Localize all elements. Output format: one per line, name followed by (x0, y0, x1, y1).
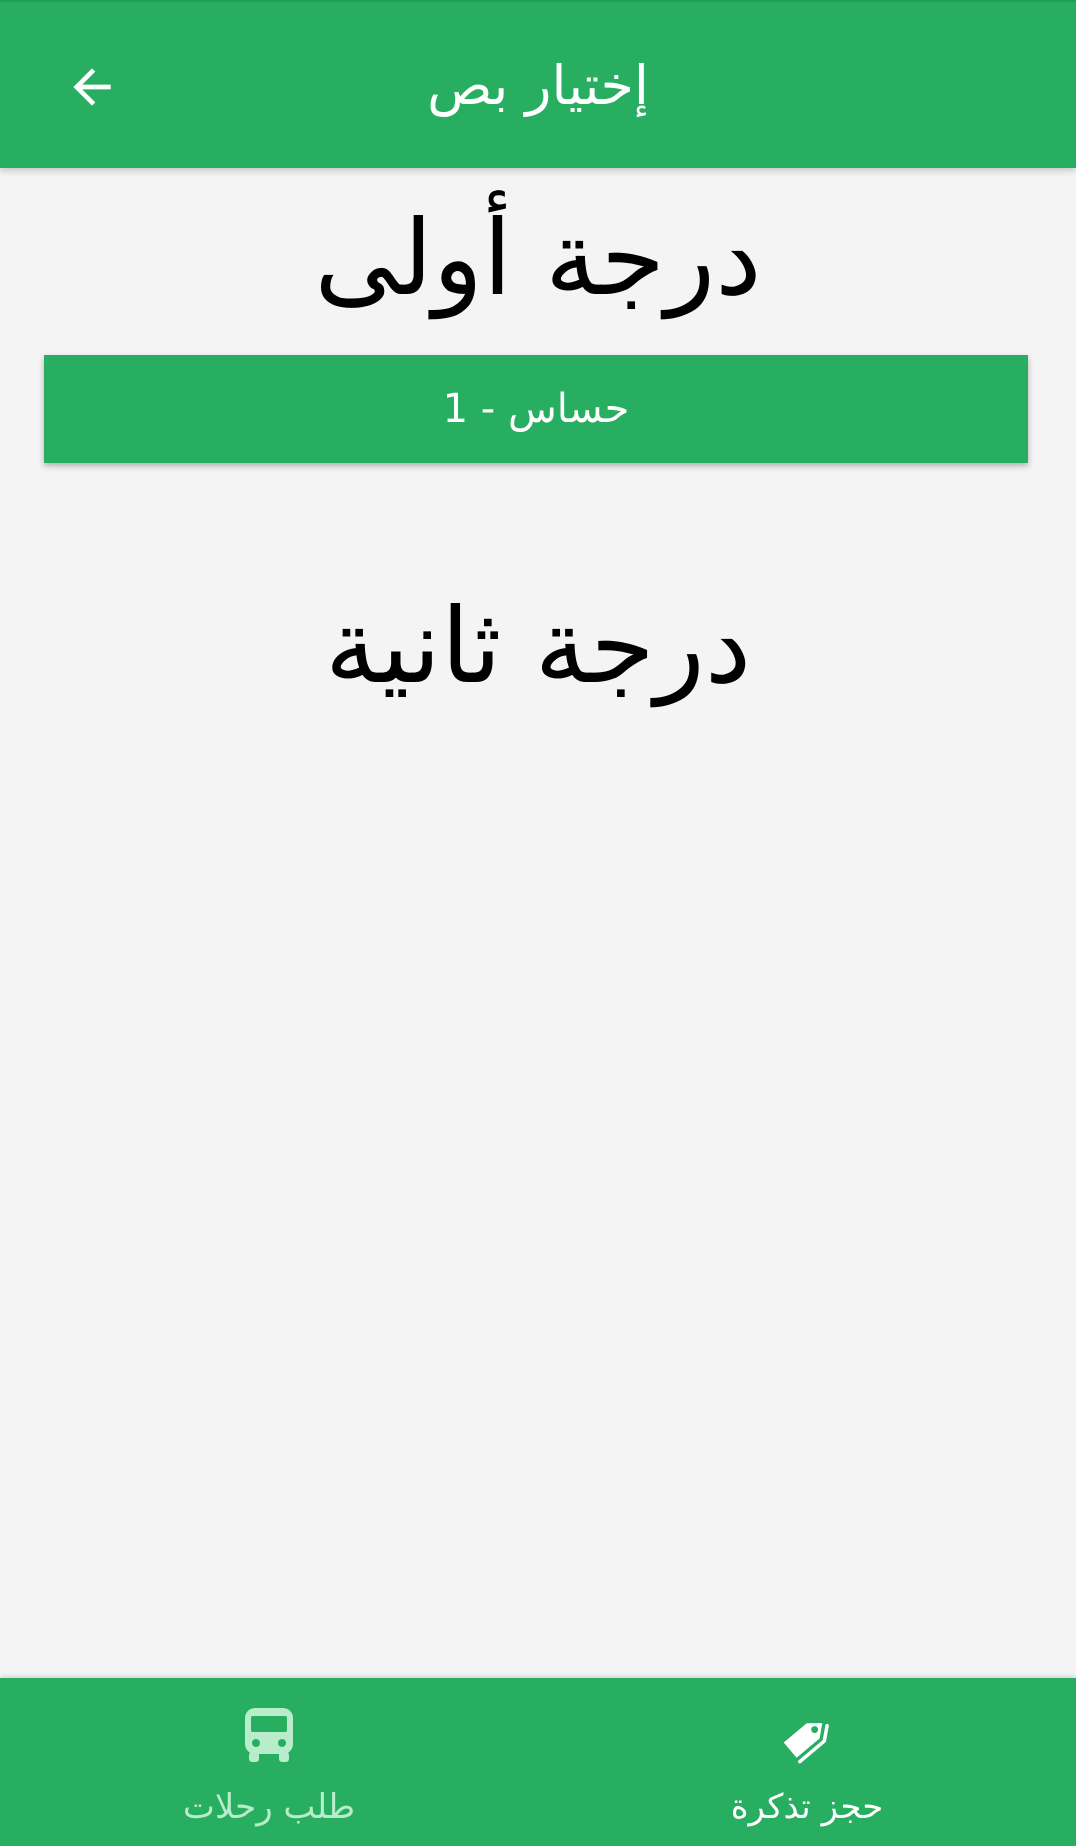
nav-label-book-ticket: حجز تذكرة (730, 1787, 884, 1827)
page-title: إختيار بص (427, 54, 649, 117)
app-bar: إختيار بص (0, 0, 1076, 168)
nav-item-trip-requests[interactable]: طلب رحلات (0, 1678, 538, 1846)
section-title-second-class: درجة ثانية (324, 585, 752, 707)
bottom-navigation: طلب رحلات حجز تذكرة (0, 1678, 1076, 1846)
bus-icon (233, 1704, 305, 1768)
bus-option-label: حساس - 1 (442, 386, 630, 432)
nav-label-trip-requests: طلب رحلات (182, 1787, 356, 1827)
nav-item-book-ticket[interactable]: حجز تذكرة (538, 1678, 1076, 1846)
tags-icon (771, 1704, 843, 1768)
bus-option-button[interactable]: حساس - 1 (44, 355, 1028, 463)
section-title-first-class: درجة أولى (314, 197, 762, 319)
